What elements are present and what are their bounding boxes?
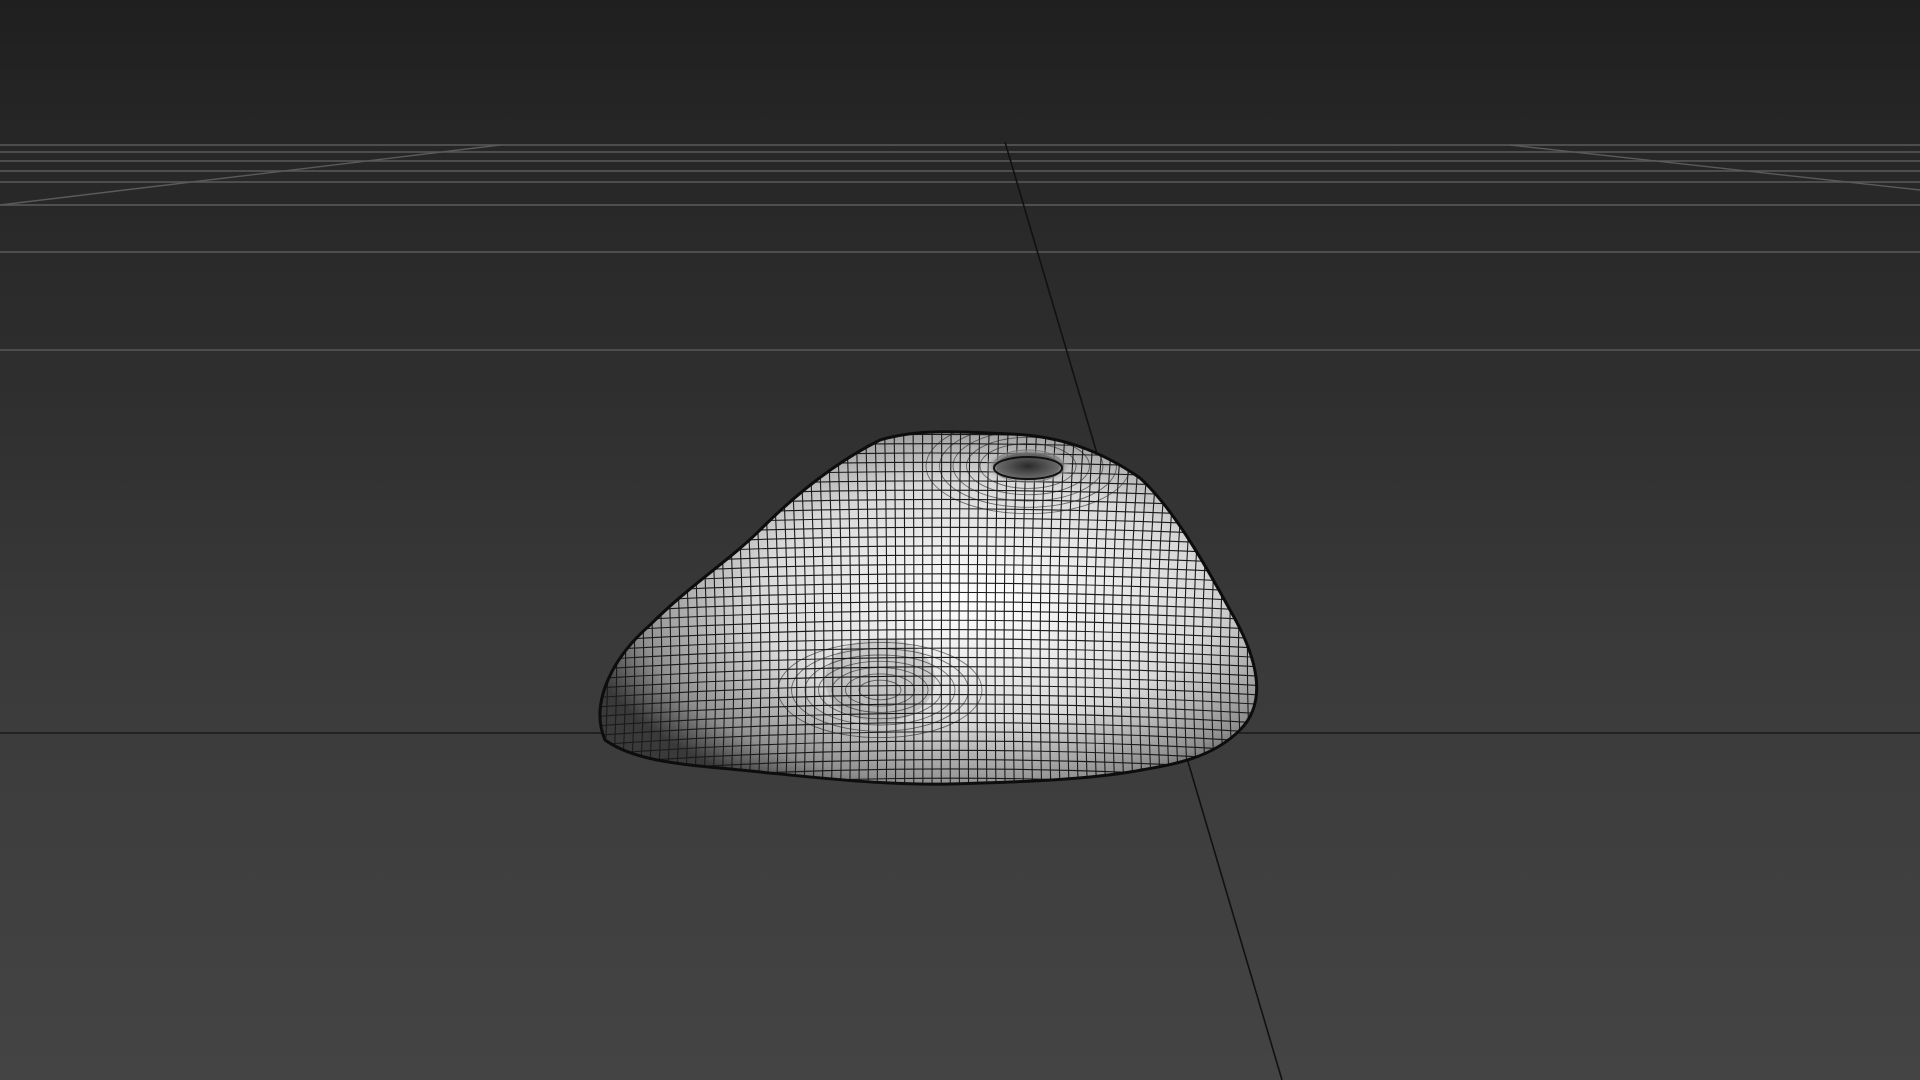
mesh-edge	[570, 420, 590, 800]
mesh-side-dent	[825, 638, 935, 722]
viewport-scene[interactable]	[0, 0, 1920, 1080]
mesh-edge	[580, 787, 1280, 802]
mesh-edge	[1228, 431, 1248, 785]
mesh-edge	[1246, 431, 1257, 785]
mesh-edge	[579, 420, 598, 800]
wireframe-rock-mesh[interactable]	[570, 416, 1286, 812]
3d-viewport[interactable]	[0, 0, 1920, 1080]
mesh-edge	[580, 797, 1280, 812]
mesh-edge	[600, 431, 609, 785]
ground-grid	[0, 144, 1920, 351]
mesh-edge	[1237, 431, 1257, 785]
grid-line	[0, 144, 501, 206]
mesh-edge	[1255, 431, 1257, 785]
mesh-edge	[1265, 420, 1285, 800]
mesh-edge	[940, 431, 943, 785]
mesh-edge	[580, 416, 1280, 425]
